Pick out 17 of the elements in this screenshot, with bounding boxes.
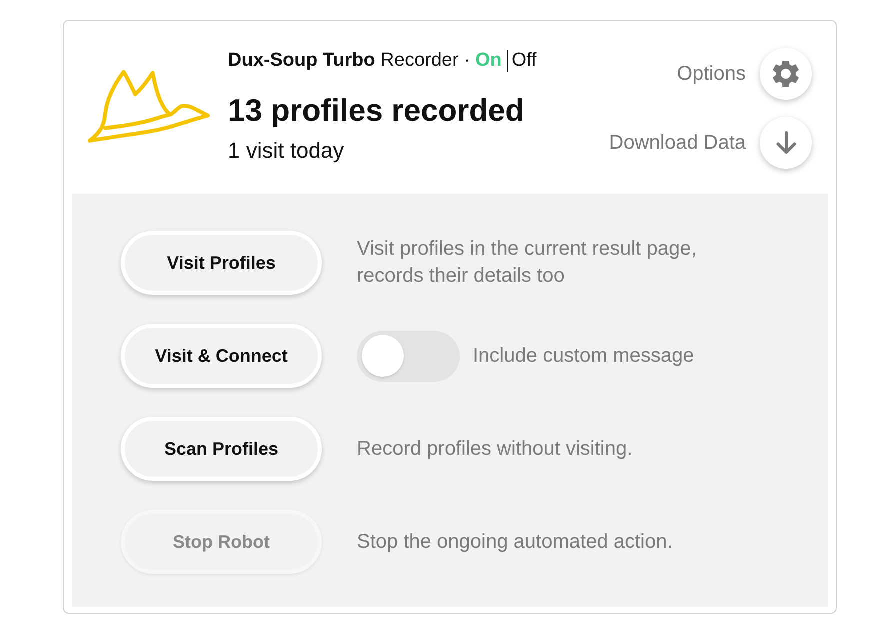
action-label[interactable]: Download Data [609, 132, 746, 154]
toggle-label: Include custom message [473, 344, 694, 368]
download-button[interactable] [760, 117, 812, 169]
action-description: Stop the ongoing automated action. [357, 530, 673, 554]
visits-today: 1 visit today [228, 137, 346, 165]
product-title: Dux-Soup Turbo Recorder · [228, 49, 470, 73]
action-description: Visit profiles in the current result page, records their details too [357, 237, 698, 289]
arrow-down-icon [776, 131, 796, 155]
action-button[interactable]: Visit & Connect [121, 324, 322, 388]
action-button[interactable]: Scan Profiles [121, 417, 322, 481]
action-description: Record profiles without visiting. [357, 436, 633, 462]
action-button[interactable]: Visit Profiles [121, 231, 322, 295]
mode-link[interactable]: Off [512, 49, 537, 73]
options-button[interactable] [760, 48, 812, 100]
action-label[interactable]: Options [677, 62, 746, 86]
settings-icon [773, 61, 799, 87]
profiles-count: 13 profiles recorded [228, 92, 526, 130]
